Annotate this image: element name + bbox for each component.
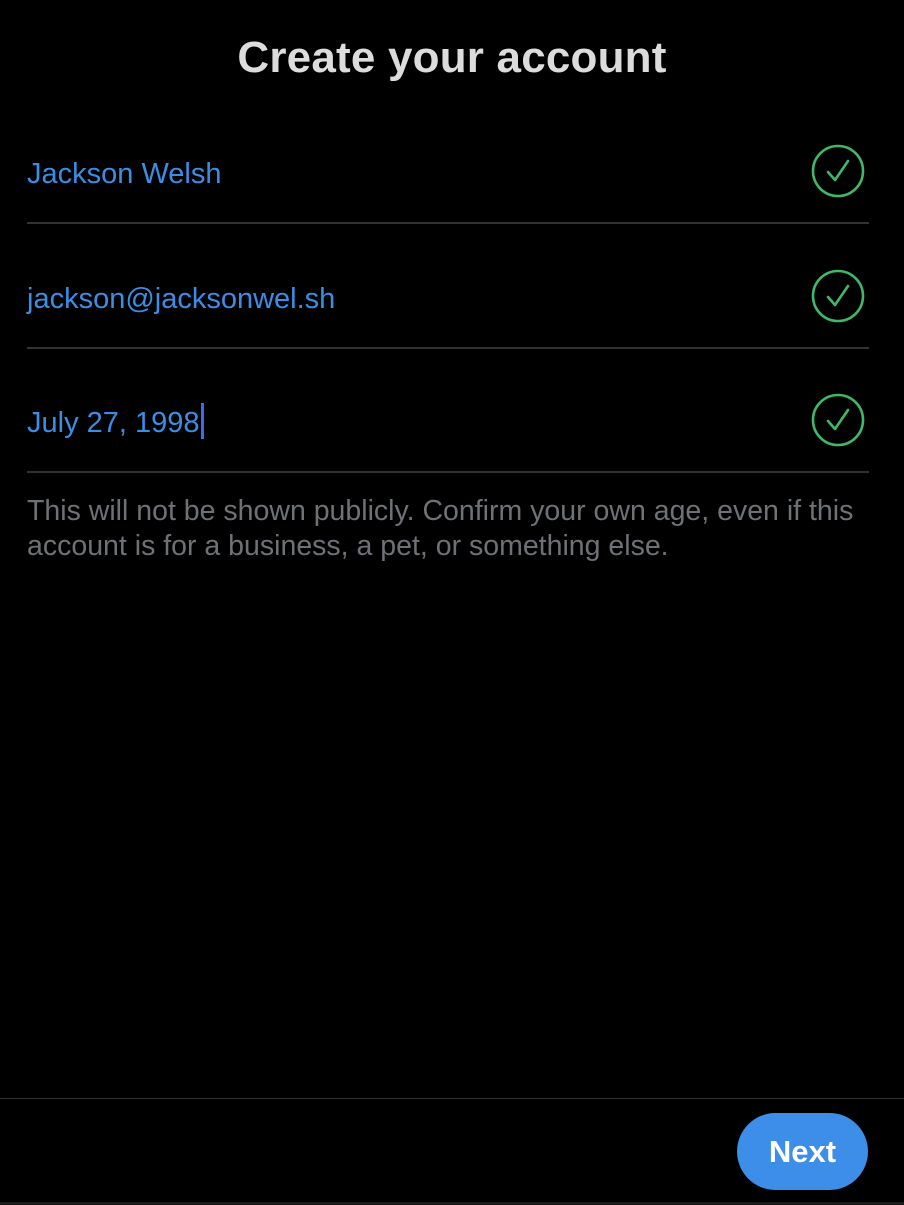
- privacy-helper-text: This will not be shown publicly. Confirm…: [27, 495, 854, 562]
- check-circle-icon: [811, 269, 865, 323]
- text-caret: [200, 403, 204, 439]
- date-of-birth-input[interactable]: July 27, 1998: [27, 401, 204, 445]
- page-title: Create your account: [237, 33, 667, 82]
- next-button[interactable]: Next: [737, 1113, 868, 1190]
- name-input-value[interactable]: Jackson Welsh: [27, 152, 222, 196]
- date-of-birth-field[interactable]: July 27, 1998: [27, 393, 869, 473]
- name-field[interactable]: Jackson Welsh: [27, 144, 869, 224]
- check-circle-icon: [811, 144, 865, 198]
- date-of-birth-value: July 27, 1998: [27, 407, 200, 439]
- footer-divider: [0, 1098, 904, 1099]
- email-input-value[interactable]: jackson@jacksonwel.sh: [27, 277, 335, 321]
- check-circle-icon: [811, 393, 865, 447]
- email-field[interactable]: jackson@jacksonwel.sh: [27, 269, 869, 349]
